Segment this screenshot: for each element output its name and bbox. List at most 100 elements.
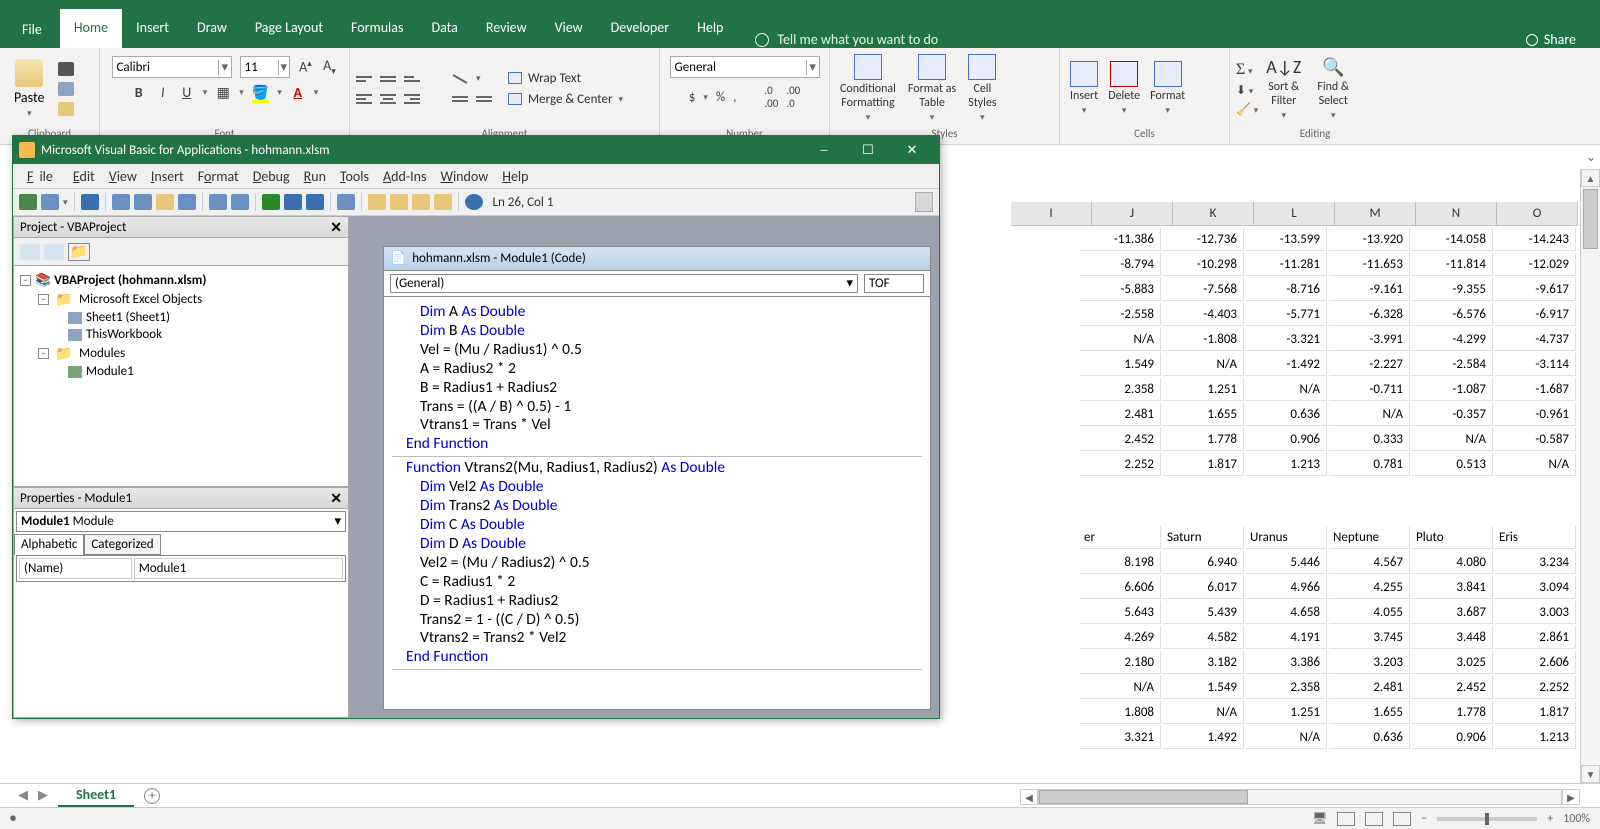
object-browser-button[interactable]	[412, 194, 430, 210]
italic-button[interactable]: I	[155, 84, 171, 101]
format-cells-button[interactable]: Format▾	[1146, 59, 1189, 118]
spreadsheet-grid[interactable]: -11.386-12.736-13.599-13.920-14.058-14.2…	[1078, 226, 1578, 751]
format-as-table-button[interactable]: Format as Table▾	[904, 52, 960, 125]
menu-file[interactable]: File	[21, 166, 65, 187]
toolbar-scroll[interactable]	[915, 192, 933, 212]
tab-home[interactable]: Home	[60, 9, 122, 48]
increase-font-button[interactable]: A▴	[298, 58, 314, 76]
tell-me-input[interactable]: Tell me what you want to do	[777, 31, 938, 48]
align-middle-button[interactable]	[380, 73, 396, 85]
menu-view[interactable]: View	[103, 166, 143, 187]
font-size-combo[interactable]: ▾	[240, 56, 290, 78]
tab-review[interactable]: Review	[472, 9, 541, 48]
close-button[interactable]: ✕	[891, 139, 933, 161]
merge-center-button[interactable]: Merge & Center ▾	[508, 92, 623, 107]
align-center-button[interactable]	[380, 93, 396, 105]
page-layout-view-button[interactable]	[1365, 812, 1383, 826]
wrap-text-button[interactable]: Wrap Text	[508, 71, 623, 86]
accounting-button[interactable]: $	[689, 90, 696, 105]
underline-button[interactable]: U	[179, 84, 195, 101]
break-button[interactable]	[284, 194, 302, 210]
tab-formulas[interactable]: Formulas	[337, 9, 417, 48]
props-tab-categorized[interactable]: Categorized	[84, 534, 160, 555]
number-format-combo[interactable]: ▾	[670, 56, 820, 78]
cut-button[interactable]	[58, 62, 74, 76]
align-left-button[interactable]	[356, 93, 372, 105]
maximize-button[interactable]: ☐	[847, 139, 889, 161]
paste-tb-button[interactable]	[156, 194, 174, 210]
code-proc-combo[interactable]: TOF	[864, 274, 924, 293]
horizontal-scrollbar[interactable]: ◀▶	[1020, 787, 1580, 807]
copy-button[interactable]	[58, 82, 74, 96]
bold-button[interactable]: B	[131, 84, 147, 101]
toolbox-button[interactable]	[434, 194, 452, 210]
format-painter-button[interactable]	[58, 102, 74, 116]
share-button[interactable]: Share	[1526, 31, 1596, 48]
increase-indent-button[interactable]	[476, 93, 492, 105]
insert-cells-button[interactable]: Insert▾	[1066, 59, 1102, 118]
conditional-formatting-button[interactable]: Conditional Formatting▾	[836, 52, 900, 125]
vertical-scrollbar[interactable]: ▲ ▼	[1580, 169, 1600, 783]
design-mode-button[interactable]	[337, 194, 355, 210]
zoom-out-button[interactable]: −	[1421, 812, 1427, 826]
zoom-level[interactable]: 100%	[1563, 812, 1590, 826]
close-project-pane[interactable]: ✕	[330, 219, 342, 236]
record-macro-button[interactable]: ⏺	[10, 812, 16, 826]
page-break-view-button[interactable]	[1393, 812, 1411, 826]
comma-button[interactable]: ,	[733, 90, 736, 105]
zoom-in-button[interactable]: +	[1547, 812, 1553, 826]
view-excel-button[interactable]	[19, 194, 37, 210]
tab-help[interactable]: Help	[683, 9, 737, 48]
menu-tools[interactable]: Tools	[334, 166, 375, 187]
minimize-button[interactable]: ─	[803, 139, 845, 161]
tab-page-layout[interactable]: Page Layout	[241, 9, 337, 48]
increase-decimal-button[interactable]: .0.00	[764, 84, 778, 110]
tab-draw[interactable]: Draw	[183, 9, 241, 48]
orientation-button[interactable]	[452, 73, 468, 85]
new-sheet-button[interactable]: +	[144, 788, 160, 804]
code-editor[interactable]: Dim A As Double Dim B As Double Vel = (M…	[384, 297, 930, 709]
menu-edit[interactable]: Edit	[67, 166, 101, 187]
align-top-button[interactable]	[356, 73, 372, 85]
font-name-combo[interactable]: ▾	[112, 56, 232, 78]
sort-filter-button[interactable]: A↓ZSort & Filter▾	[1262, 54, 1305, 123]
fill-button[interactable]: ⬇ ▾	[1236, 83, 1258, 98]
percent-button[interactable]: %	[716, 90, 725, 105]
tab-developer[interactable]: Developer	[597, 9, 683, 48]
vba-titlebar[interactable]: Microsoft Visual Basic for Applications …	[13, 136, 939, 164]
display-settings-button[interactable]: 🖥	[1312, 811, 1327, 826]
cell-styles-button[interactable]: Cell Styles▾	[964, 52, 1000, 125]
menu-format[interactable]: Format	[192, 166, 245, 187]
align-right-button[interactable]	[404, 93, 420, 105]
project-explorer-button[interactable]	[368, 194, 386, 210]
tab-insert[interactable]: Insert	[122, 9, 183, 48]
find-tb-button[interactable]	[178, 194, 196, 210]
run-button[interactable]	[262, 194, 280, 210]
close-properties-pane[interactable]: ✕	[330, 490, 342, 507]
paste-button[interactable]: Paste ▾	[6, 55, 52, 123]
decrease-decimal-button[interactable]: .00.0	[786, 84, 800, 110]
tab-nav-next[interactable]: ▶	[38, 788, 48, 803]
autosum-button[interactable]: Σ ▾	[1236, 61, 1258, 79]
align-bottom-button[interactable]	[404, 73, 420, 85]
cut-tb-button[interactable]	[112, 194, 130, 210]
decrease-font-button[interactable]: A▾	[322, 57, 338, 77]
collapse-ribbon-button[interactable]: ⌄	[1586, 150, 1596, 165]
code-object-combo[interactable]: (General)▾	[390, 274, 858, 293]
view-code-button[interactable]	[20, 244, 40, 260]
help-tb-button[interactable]	[465, 194, 483, 210]
insert-module-button[interactable]	[41, 194, 59, 210]
properties-object-combo[interactable]: Module1 Module▾	[16, 511, 346, 532]
props-tab-alphabetic[interactable]: Alphabetic	[14, 534, 84, 555]
borders-button[interactable]: ▦	[215, 84, 231, 101]
save-button[interactable]	[81, 194, 99, 210]
toggle-folders-button[interactable]	[68, 243, 90, 261]
tab-file[interactable]: File	[4, 11, 60, 48]
delete-cells-button[interactable]: Delete▾	[1104, 59, 1144, 118]
project-tree[interactable]: − 📚 VBAProject (hohmann.xlsm) − Microsof…	[13, 266, 349, 487]
properties-button[interactable]	[390, 194, 408, 210]
normal-view-button[interactable]	[1337, 812, 1355, 826]
menu-debug[interactable]: Debug	[247, 166, 296, 187]
menu-run[interactable]: Run	[298, 166, 332, 187]
tab-nav-prev[interactable]: ◀	[18, 788, 28, 803]
